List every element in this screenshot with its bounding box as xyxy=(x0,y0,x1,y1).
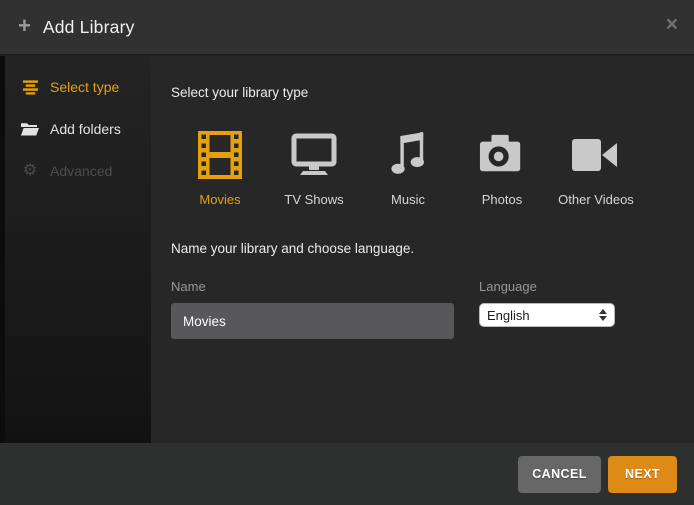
language-select[interactable]: English xyxy=(479,303,615,327)
dialog-footer: CANCEL NEXT xyxy=(0,443,694,505)
language-label: Language xyxy=(479,279,615,294)
camera-icon xyxy=(479,130,525,180)
dialog-title: Add Library xyxy=(43,17,135,38)
sidebar-item-add-folders[interactable]: Add folders xyxy=(5,108,151,150)
language-field-group: Language English xyxy=(479,279,615,339)
sidebar-item-advanced[interactable]: ⚙ Advanced xyxy=(5,150,151,192)
dialog-header: + Add Library × xyxy=(0,0,694,56)
sidebar-item-label: Add folders xyxy=(50,121,121,137)
type-section-heading: Select your library type xyxy=(171,85,694,100)
type-item-movies[interactable]: Movies xyxy=(173,130,267,207)
type-label: Other Videos xyxy=(558,192,634,207)
type-label: Music xyxy=(391,192,425,207)
tv-icon xyxy=(290,130,338,180)
add-library-dialog: + Add Library × Select type xyxy=(0,0,694,505)
music-note-icon xyxy=(389,130,427,180)
close-icon[interactable]: × xyxy=(666,14,678,35)
sidebar-item-select-type[interactable]: Select type xyxy=(5,66,151,108)
sidebar-item-label: Advanced xyxy=(50,163,112,179)
wizard-content: Select your library type xyxy=(151,56,694,443)
type-item-other-videos[interactable]: Other Videos xyxy=(549,130,643,207)
name-label: Name xyxy=(171,279,454,294)
type-item-tv-shows[interactable]: TV Shows xyxy=(267,130,361,207)
video-camera-icon xyxy=(572,130,620,180)
wizard-sidebar: Select type Add folders ⚙ Advanced xyxy=(0,56,151,443)
library-type-grid: Movies TV Shows xyxy=(173,130,694,207)
type-label: TV Shows xyxy=(284,192,343,207)
name-field-group: Name xyxy=(171,279,454,339)
list-icon xyxy=(21,79,39,95)
name-language-row: Name Language English xyxy=(171,279,694,339)
name-section-heading: Name your library and choose language. xyxy=(171,241,694,256)
folder-icon xyxy=(21,122,39,136)
type-label: Movies xyxy=(199,192,240,207)
plus-icon: + xyxy=(18,15,31,37)
type-label: Photos xyxy=(482,192,522,207)
cancel-button[interactable]: CANCEL xyxy=(518,456,601,493)
type-item-photos[interactable]: Photos xyxy=(455,130,549,207)
next-button[interactable]: NEXT xyxy=(608,456,677,493)
type-item-music[interactable]: Music xyxy=(361,130,455,207)
gear-icon: ⚙ xyxy=(21,163,39,179)
select-arrows-icon xyxy=(599,309,607,321)
film-icon xyxy=(198,130,242,180)
language-select-value: English xyxy=(487,308,599,323)
dialog-body: Select type Add folders ⚙ Advanced Selec… xyxy=(0,56,694,443)
library-name-input[interactable] xyxy=(171,303,454,339)
sidebar-item-label: Select type xyxy=(50,79,119,95)
